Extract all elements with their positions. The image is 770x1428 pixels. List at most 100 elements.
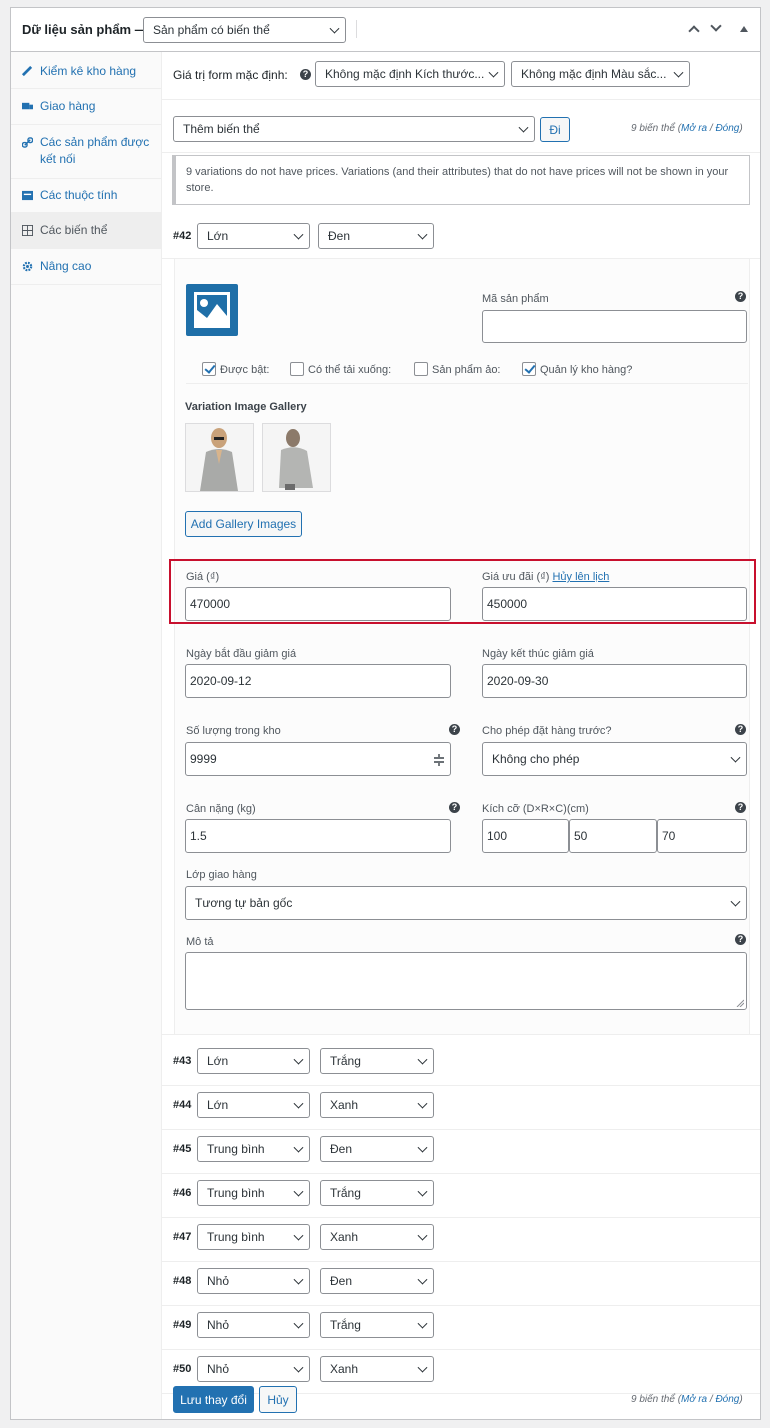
- variation-color-select[interactable]: Xanh: [320, 1224, 434, 1250]
- slash-separator: /: [709, 1394, 713, 1405]
- variation-color-select[interactable]: Đen: [320, 1268, 434, 1294]
- help-icon[interactable]: ?: [735, 934, 746, 945]
- variation-size-select[interactable]: Lớn: [197, 1048, 310, 1074]
- go-button[interactable]: Đi: [540, 117, 570, 142]
- variation-size-value: Lớn: [207, 1054, 229, 1068]
- expand-all-link[interactable]: Mở ra: [681, 1394, 707, 1405]
- length-input[interactable]: 100: [482, 819, 569, 853]
- variation-size-select[interactable]: Nhỏ: [197, 1356, 310, 1382]
- grid-icon: [22, 225, 33, 236]
- help-icon[interactable]: ?: [449, 802, 460, 813]
- move-down-button[interactable]: [709, 20, 723, 36]
- sidebar-item-advanced[interactable]: Nâng cao: [11, 258, 162, 275]
- downloadable-label: Có thể tải xuống:: [308, 364, 392, 376]
- cancel-schedule-link[interactable]: Hủy lên lịch: [552, 571, 609, 583]
- variation-row[interactable]: #48 Nhỏ Đen: [162, 1262, 760, 1306]
- downloadable-checkbox[interactable]: [290, 362, 304, 376]
- variation-row[interactable]: #46 Trung bình Trắng: [162, 1174, 760, 1218]
- toggle-panel-button[interactable]: [737, 22, 751, 36]
- variation-size-select[interactable]: Trung bình: [197, 1224, 310, 1250]
- sidebar-item-shipping[interactable]: Giao hàng: [11, 98, 162, 115]
- section-divider: [186, 383, 748, 384]
- variation-size-select[interactable]: Trung bình: [197, 1180, 310, 1206]
- section-divider: [162, 99, 760, 100]
- variation-size-select[interactable]: Nhỏ: [197, 1312, 310, 1338]
- sidebar-item-inventory[interactable]: Kiểm kê kho hàng: [11, 63, 162, 80]
- variation-size-select[interactable]: Lớn: [197, 1092, 310, 1118]
- collapse-all-link[interactable]: Đóng: [715, 123, 739, 134]
- resize-handle-icon[interactable]: [736, 999, 744, 1007]
- sale-end-input[interactable]: 2020-09-30: [482, 664, 747, 698]
- product-type-select[interactable]: Sản phẩm có biến thể: [143, 17, 346, 43]
- gallery-thumbnail[interactable]: [185, 423, 254, 492]
- image-placeholder-icon: [194, 292, 230, 328]
- chevron-down-icon: [293, 1362, 304, 1373]
- number-spinner-icon[interactable]: [433, 753, 445, 767]
- stock-qty-input[interactable]: 9999: [185, 742, 451, 776]
- virtual-checkbox[interactable]: [414, 362, 428, 376]
- variation-color-select[interactable]: Trắng: [320, 1180, 434, 1206]
- variation-row[interactable]: #47 Trung bình Xanh: [162, 1218, 760, 1262]
- sale-price-input[interactable]: 450000: [482, 587, 747, 621]
- help-icon[interactable]: ?: [735, 724, 746, 735]
- variation-color-value: Đen: [330, 1142, 353, 1156]
- variation-color-select[interactable]: Xanh: [320, 1092, 434, 1118]
- variation-size-value: Lớn: [207, 1098, 229, 1112]
- chevron-down-icon: [329, 23, 340, 34]
- help-icon[interactable]: ?: [735, 802, 746, 813]
- variation-row[interactable]: #45 Trung bình Đen: [162, 1130, 760, 1174]
- cancel-button[interactable]: Hủy: [259, 1386, 297, 1413]
- sale-start-input[interactable]: 2020-09-12: [185, 664, 451, 698]
- variation-color-select[interactable]: Trắng: [320, 1048, 434, 1074]
- gallery-thumbnail[interactable]: [262, 423, 331, 492]
- sidebar-item-attributes[interactable]: Các thuộc tính: [11, 187, 162, 204]
- variation-size-select[interactable]: Lớn: [197, 223, 310, 249]
- chevron-down-icon: [417, 1098, 428, 1109]
- weight-input[interactable]: 1.5: [185, 819, 451, 853]
- variation-color-select[interactable]: Xanh: [320, 1356, 434, 1382]
- chevron-down-icon: [518, 122, 529, 133]
- add-gallery-images-button[interactable]: Add Gallery Images: [185, 511, 302, 537]
- help-icon[interactable]: ?: [300, 69, 311, 80]
- sidebar-item-variations[interactable]: Các biến thể: [11, 213, 162, 248]
- regular-price-input[interactable]: 470000: [185, 587, 451, 621]
- help-icon[interactable]: ?: [449, 724, 460, 735]
- chevron-down-icon: [293, 1054, 304, 1065]
- truck-icon: [22, 102, 33, 110]
- default-color-value: Không mặc định Màu sắc...: [521, 67, 667, 81]
- help-icon[interactable]: ?: [735, 291, 746, 302]
- variation-size-select[interactable]: Nhỏ: [197, 1268, 310, 1294]
- expand-all-link[interactable]: Mở ra: [681, 123, 707, 134]
- sku-input[interactable]: [482, 310, 747, 343]
- attributes-icon: [22, 190, 33, 201]
- variation-row[interactable]: #49 Nhỏ Trắng: [162, 1306, 760, 1350]
- variation-size-select[interactable]: Trung bình: [197, 1136, 310, 1162]
- description-textarea[interactable]: [185, 952, 747, 1010]
- default-color-select[interactable]: Không mặc định Màu sắc...: [511, 61, 690, 87]
- variation-color-select[interactable]: Đen: [318, 223, 434, 249]
- height-input[interactable]: 70: [657, 819, 747, 853]
- sidebar-divider: [11, 88, 162, 89]
- sidebar-divider: [11, 124, 162, 125]
- variation-color-select[interactable]: Trắng: [320, 1312, 434, 1338]
- variation-size-value: Trung bình: [207, 1186, 265, 1200]
- variation-row[interactable]: #43 Lớn Trắng: [162, 1042, 760, 1086]
- product-data-panel: Dữ liệu sản phẩm — Sản phẩm có biến thể …: [10, 7, 761, 1420]
- chevron-down-icon: [417, 1054, 428, 1065]
- default-size-select[interactable]: Không mặc định Kích thước...: [315, 61, 505, 87]
- collapse-all-link[interactable]: Đóng: [715, 1394, 739, 1405]
- backorders-select[interactable]: Không cho phép: [482, 742, 747, 776]
- variation-color-select[interactable]: Đen: [320, 1136, 434, 1162]
- variation-image-upload[interactable]: [186, 284, 238, 336]
- sidebar-item-linked-products[interactable]: Các sản phẩm được kết nối: [11, 134, 162, 168]
- move-up-button[interactable]: [687, 22, 701, 37]
- save-changes-button[interactable]: Lưu thay đổi: [173, 1386, 254, 1413]
- bulk-action-select[interactable]: Thêm biến thể: [173, 116, 535, 142]
- manage-stock-checkbox[interactable]: [522, 362, 536, 376]
- width-input[interactable]: 50: [569, 819, 657, 853]
- enabled-checkbox[interactable]: [202, 362, 216, 376]
- chevron-up-icon: [688, 25, 700, 37]
- variation-row[interactable]: #44 Lớn Xanh: [162, 1086, 760, 1130]
- shipping-class-select[interactable]: Tương tự bản gốc: [185, 886, 747, 920]
- variation-size-value: Nhỏ: [207, 1362, 230, 1376]
